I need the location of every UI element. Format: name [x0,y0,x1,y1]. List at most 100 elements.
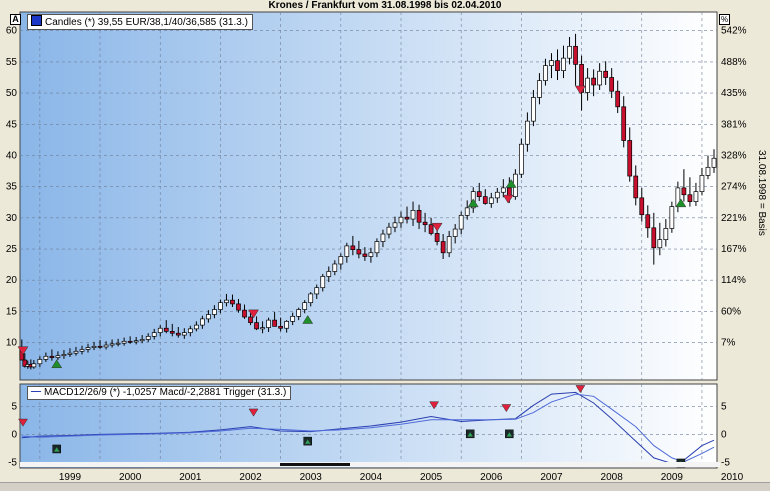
candle-body [452,228,458,237]
chart-canvas[interactable]: 1015202530354045505560 7%60%114%167%221%… [0,0,770,490]
candle-body [133,340,139,343]
candle-body [705,166,711,176]
macd-y2-tick-label: 5 [721,401,727,412]
candle-body [362,253,368,257]
candle-body [266,319,271,328]
candle-body [103,344,109,348]
candle-body [73,350,79,354]
auto-scale-toggle[interactable]: A [10,14,21,25]
candle-body [711,157,717,168]
macd-y-tick-label: -5 [8,457,17,468]
macd-y-tick-label: 5 [11,401,17,412]
candle-body [350,245,356,250]
candle-body [386,226,392,235]
time-scrollbar[interactable] [20,462,720,467]
macd-legend-swatch [31,391,41,392]
candle-body [597,70,602,86]
y2-tick-label: 167% [721,244,747,255]
candle-body [398,216,404,224]
y-tick-label: 55 [6,57,18,68]
candle-body [531,97,536,122]
candle-body [260,327,265,330]
candle-body [139,339,145,342]
candle-body [61,354,67,357]
candle-body [500,187,506,193]
y2-tick-label: 114% [721,275,746,286]
y-tick-label: 35 [6,182,18,193]
y2-tick-label: 328% [721,150,747,161]
candles-legend: Candles (*) 39,55 EUR/38,1/40/36,585 (31… [27,14,253,30]
candle-body [194,324,199,330]
candle-body [37,359,43,365]
candle-body [314,287,320,295]
candle-body [428,224,434,234]
y-tick-label: 20 [6,275,18,286]
candle-body [651,227,657,249]
y2-tick-label: 542% [721,26,747,37]
y-tick-label: 25 [6,244,18,255]
y2-tick-label: 60% [721,306,741,317]
candle-body [127,340,133,343]
candle-body [434,233,440,242]
candle-body [669,206,675,229]
candle-body [97,345,103,348]
candle-body [627,140,633,177]
y-tick-label: 30 [6,213,18,224]
candle-body [121,340,127,344]
y2-tick-label: 274% [721,182,747,193]
candle-body [91,345,97,348]
candle-body [693,191,699,202]
candle-body [458,214,464,230]
candle-body [537,80,542,98]
candle-body [645,214,651,229]
candle-body [663,228,669,241]
macd-y-tick-label: 0 [11,429,17,440]
candle-body [440,241,446,254]
candle-body [410,209,416,220]
candle-body [374,241,380,254]
candle-body [49,355,55,358]
candle-body [699,175,705,192]
y2-tick-label: 488% [721,57,747,68]
candle-body [55,355,61,358]
time-scrollbar-thumb[interactable] [280,463,350,466]
percent-scale-toggle[interactable]: % [719,14,730,25]
candle-body [687,194,693,202]
candle-body [681,187,687,196]
y-tick-label: 15 [6,306,18,317]
y-tick-label: 50 [6,88,18,99]
candle-body [230,299,235,305]
candle-body [109,343,115,346]
candle-body [157,327,163,333]
candle-body [404,216,410,220]
candle-body [67,352,73,355]
y2-tick-label: 221% [721,213,747,224]
candle-body [573,45,578,65]
candle-body [368,252,374,257]
candle-body [332,263,338,272]
candle-body [290,316,296,322]
candle-body [422,221,428,226]
candle-body [206,314,211,320]
candles-legend-swatch [31,15,42,26]
candle-body [212,309,217,315]
candle-body [272,319,277,327]
candle-body [482,196,488,204]
candle-body [392,222,398,228]
candle-body [85,347,91,350]
candle-body [591,77,596,86]
macd-legend: MACD12/26/9 (*) -1,0257 Macd/-2,2881 Tri… [27,386,292,400]
y2-tick-label: 435% [721,88,747,99]
candle-body [621,106,627,141]
candle-body [254,322,259,330]
candle-body [609,77,615,92]
y-tick-label: 40 [6,150,18,161]
macd-y2-tick-label: 0 [721,429,727,440]
candle-body [603,70,608,78]
candle-body [31,363,37,368]
candle-body [296,309,302,317]
candle-body [519,143,524,175]
candle-body [278,326,283,329]
candle-body [615,90,621,108]
main-plot-area[interactable] [19,11,718,381]
